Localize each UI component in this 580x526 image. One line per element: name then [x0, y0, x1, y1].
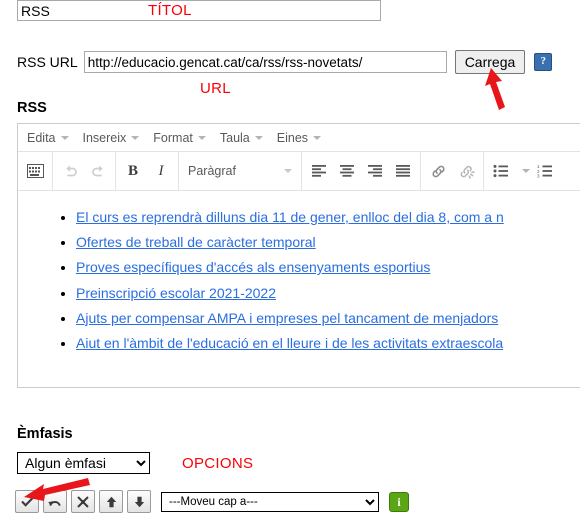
delete-button[interactable] — [71, 490, 95, 513]
arrow-up-icon — [106, 496, 116, 507]
chevron-down-icon — [131, 135, 140, 140]
bold-label: B — [127, 162, 138, 179]
annotation-titol: TÍTOL — [148, 2, 192, 19]
rss-url-label: RSS URL — [17, 54, 78, 70]
menu-format-label: Format — [153, 130, 193, 145]
info-icon[interactable]: i — [389, 491, 409, 512]
rss-link[interactable]: El curs es reprendrà dilluns dia 11 de g… — [76, 209, 504, 225]
italic-button[interactable]: I — [147, 157, 175, 185]
rss-section-heading: RSS — [17, 100, 47, 116]
unlink-icon[interactable] — [452, 157, 480, 185]
toolbar-group-lists: 1 2 3 — [484, 152, 562, 190]
menu-eines-label: Eines — [276, 130, 309, 145]
emfasis-select[interactable]: Algun èmfasi — [17, 452, 150, 474]
menu-edita-label: Edita — [27, 130, 56, 145]
align-justify-icon[interactable] — [389, 157, 417, 185]
list-item: Ajuts per compensar AMPA i empreses pel … — [76, 306, 580, 331]
menu-taula-label: Taula — [219, 130, 250, 145]
info-glyph: i — [397, 494, 401, 509]
menu-edita[interactable]: Edita — [20, 128, 76, 148]
chevron-down-icon — [284, 169, 292, 173]
undo-icon — [48, 501, 61, 507]
toolbar-group-style: B I — [116, 152, 179, 190]
move-down-button[interactable] — [127, 490, 151, 513]
rich-text-editor: Edita Insereix Format Taula Eines B I Pa… — [17, 123, 580, 388]
align-center-icon[interactable] — [333, 157, 361, 185]
menu-eines[interactable]: Eines — [270, 128, 328, 148]
toolbar-group-history — [53, 152, 116, 190]
move-to-select[interactable]: ---Moveu cap a--- — [161, 491, 379, 512]
toolbar-group-link — [421, 152, 484, 190]
move-up-button[interactable] — [99, 490, 123, 513]
menu-insereix-label: Insereix — [82, 130, 127, 145]
close-x-icon — [77, 496, 89, 507]
emfasis-section-heading: Èmfasis — [17, 426, 73, 442]
rss-link[interactable]: Ajuts per compensar AMPA i empreses pel … — [76, 310, 498, 326]
list-item: Ofertes de treball de caràcter temporal — [76, 230, 580, 255]
list-item: Preinscripció escolar 2021-2022 — [76, 281, 580, 306]
carrega-button[interactable]: Carrega — [454, 50, 526, 74]
confirm-check-button[interactable] — [15, 490, 39, 513]
list-item: Aiut en l'àmbit de l'educació en el lleu… — [76, 331, 580, 356]
chevron-down-icon — [197, 135, 206, 140]
align-right-icon[interactable] — [361, 157, 389, 185]
numbered-list-icon[interactable]: 1 2 3 — [531, 157, 559, 185]
list-item: Proves específiques d'accés als ensenyam… — [76, 255, 580, 280]
annotation-url: URL — [200, 80, 231, 97]
action-bar: ---Moveu cap a--- i — [15, 490, 409, 513]
svg-text:3: 3 — [537, 173, 540, 178]
editor-toolbar: B I Paràgraf 1 2 3 — [18, 152, 580, 191]
bullet-list-chevron-icon[interactable] — [515, 157, 531, 185]
rss-link[interactable]: Proves específiques d'accés als ensenyam… — [76, 259, 430, 275]
paragraph-format-value: Paràgraf — [188, 164, 236, 178]
editor-menubar: Edita Insereix Format Taula Eines — [18, 124, 580, 152]
link-icon[interactable] — [424, 157, 452, 185]
undo-arrow-icon[interactable] — [56, 157, 84, 185]
rss-url-input[interactable] — [83, 51, 447, 73]
chevron-down-icon — [313, 135, 322, 140]
chevron-down-icon — [60, 135, 69, 140]
align-left-icon[interactable] — [305, 157, 333, 185]
chevron-down-icon — [254, 135, 263, 140]
toolbar-group-align — [302, 152, 421, 190]
annotation-opcions: OPCIONS — [182, 455, 254, 472]
title-input[interactable] — [17, 0, 381, 21]
italic-label: I — [158, 162, 164, 179]
rss-url-row: RSS URL Carrega ? — [17, 50, 553, 74]
chevron-down-icon — [521, 169, 530, 173]
bullet-list-icon[interactable] — [487, 157, 515, 185]
menu-format[interactable]: Format — [146, 128, 213, 148]
menu-taula[interactable]: Taula — [213, 128, 270, 148]
rss-link[interactable]: Ofertes de treball de caràcter temporal — [76, 234, 316, 250]
list-item: El curs es reprendrà dilluns dia 11 de g… — [76, 205, 580, 230]
toolbar-group-chars — [18, 152, 53, 190]
undo-button[interactable] — [43, 490, 67, 513]
rss-link[interactable]: Preinscripció escolar 2021-2022 — [76, 285, 276, 301]
bold-button[interactable]: B — [119, 157, 147, 185]
rss-link[interactable]: Aiut en l'àmbit de l'educació en el lleu… — [76, 335, 503, 351]
editor-content-area[interactable]: El curs es reprendrà dilluns dia 11 de g… — [18, 191, 580, 387]
toolbar-group-format: Paràgraf — [179, 152, 302, 190]
keyboard-icon[interactable] — [21, 157, 49, 185]
rss-item-list: El curs es reprendrà dilluns dia 11 de g… — [18, 205, 580, 356]
check-icon — [20, 496, 34, 507]
paragraph-format-select[interactable]: Paràgraf — [182, 164, 298, 178]
help-question-icon[interactable]: ? — [534, 53, 553, 71]
redo-arrow-icon[interactable] — [84, 157, 112, 185]
menu-insereix[interactable]: Insereix — [76, 128, 147, 148]
arrow-down-icon — [134, 496, 144, 507]
